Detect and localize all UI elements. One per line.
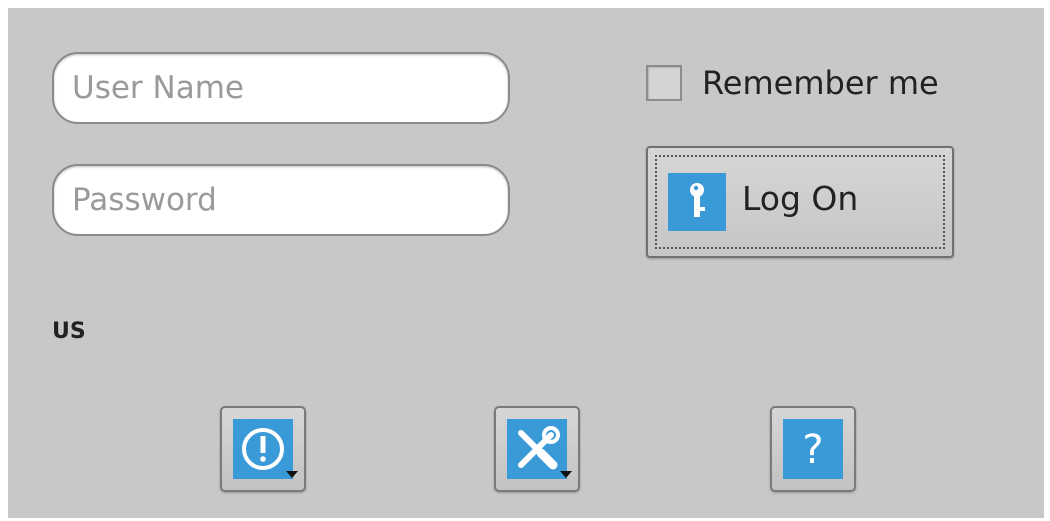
tools-menu-button[interactable] [494,406,580,492]
power-icon [233,419,293,479]
power-menu-button[interactable] [220,406,306,492]
dropdown-arrow-icon [286,471,298,478]
password-input[interactable] [52,164,510,236]
tools-icon [507,419,567,479]
keyboard-locale[interactable]: US [52,319,86,344]
key-icon [668,173,726,231]
log-on-button[interactable]: Log On [646,146,954,258]
username-input[interactable] [52,52,510,124]
remember-me-checkbox[interactable] [646,65,682,101]
remember-me-option[interactable]: Remember me [646,64,939,102]
help-button[interactable]: ? [770,406,856,492]
svg-text:?: ? [802,427,823,473]
remember-me-label: Remember me [702,64,939,102]
login-panel: Remember me Log On US [8,8,1044,518]
help-icon: ? [783,419,843,479]
log-on-label: Log On [742,179,859,218]
dropdown-arrow-icon [560,471,572,478]
